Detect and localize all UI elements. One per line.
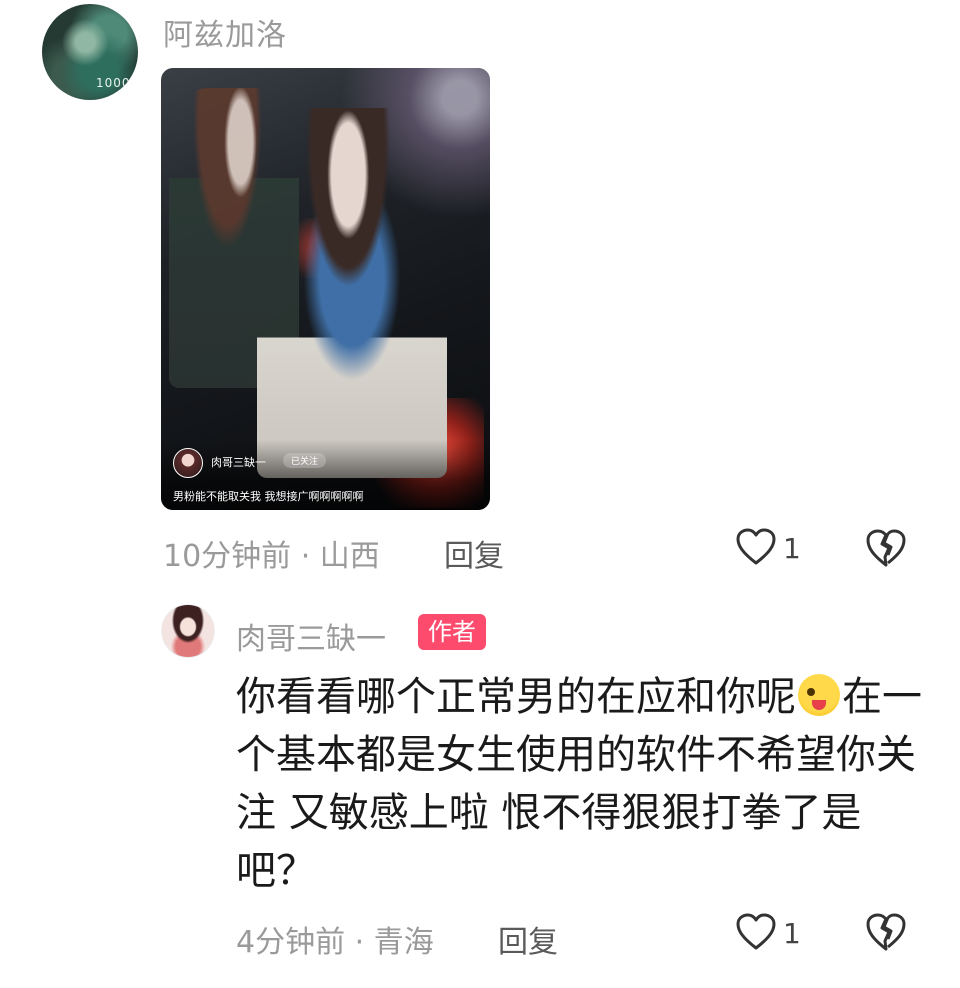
post-image[interactable]: 肉哥三缺一 已关注 男粉能不能取关我 我想接广啊啊啊啊啊 [161,68,490,510]
like-count: 1 [783,917,801,950]
wink-tongue-emoji-icon [798,674,840,716]
author-badge: 作者 [418,614,486,650]
heart-outline-icon[interactable] [735,527,777,569]
avatar[interactable] [161,604,215,658]
follow-status-badge: 已关注 [283,453,327,468]
reply-button[interactable]: 回复 [498,917,558,961]
comment-text: 你看看哪个正常男的在应和你呢 在一个基本都是女生使用的软件不希望你关注 又敏感上啦… [236,668,936,900]
post-author-name: 肉哥三缺一 [211,456,266,469]
post-caption: 男粉能不能取关我 我想接广啊啊啊啊啊 [173,490,364,503]
comment-username[interactable]: 肉哥三缺一 [236,614,386,658]
comment-username[interactable]: 阿兹加洛 [163,10,287,54]
comment-meta: 10分钟前 · 山西 [163,539,380,574]
broken-heart-icon[interactable] [864,911,908,955]
post-author-avatar [173,448,203,478]
avatar[interactable]: 1000 [42,4,138,100]
image-figure [257,108,447,478]
reply-button[interactable]: 回复 [444,531,504,575]
like-count: 1 [783,532,801,565]
comment-text-part: 你看看哪个正常男的在应和你呢 [236,674,796,720]
comment-meta: 4分钟前 · 青海 [236,925,434,960]
heart-outline-icon[interactable] [735,912,777,954]
broken-heart-icon[interactable] [864,527,908,571]
